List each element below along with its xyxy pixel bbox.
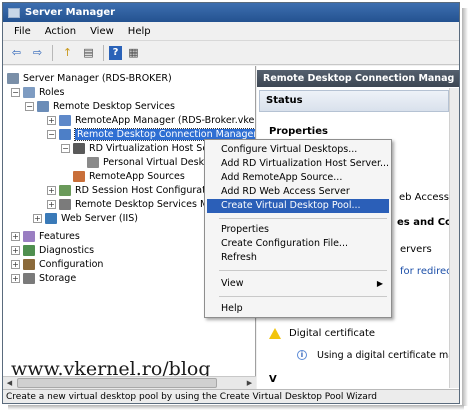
warning-icon — [269, 328, 281, 339]
window-shadow-bottom — [8, 405, 464, 410]
menu-item-add-rd-virtualization-host[interactable]: Add RD Virtualization Host Server... — [207, 157, 389, 171]
tree-item-remote-desktop-services[interactable]: − Remote Desktop Services — [25, 100, 175, 113]
expand-icon[interactable]: + — [47, 200, 56, 209]
show-hide-tree-icon[interactable]: ▤ — [79, 44, 98, 61]
menu-item-add-remoteapp-source[interactable]: Add RemoteApp Source... — [207, 171, 389, 185]
menu-item-create-virtual-desktop-pool[interactable]: Create Virtual Desktop Pool... — [207, 199, 389, 213]
connection-manager-icon — [59, 129, 71, 140]
help-icon[interactable]: ? — [109, 45, 122, 60]
forward-arrow-icon[interactable]: ⇨ — [28, 44, 47, 61]
toolbar: ⇦ ⇨ ↑ ▤ ? ▦ — [3, 41, 459, 65]
scrollbar-thumb[interactable] — [17, 378, 217, 388]
menu-view[interactable]: View — [83, 26, 121, 37]
personal-desktop-icon — [87, 157, 99, 168]
menu-separator — [219, 296, 387, 297]
server-icon — [7, 73, 19, 84]
menu-item-help[interactable]: Help — [207, 302, 389, 316]
menu-item-create-configuration-file[interactable]: Create Configuration File... — [207, 237, 389, 251]
redirect-link[interactable]: for redirect — [400, 266, 456, 277]
status-bar: Create a new virtual desktop pool by usi… — [3, 389, 459, 403]
remote-desktop-services-icon — [37, 101, 49, 112]
digital-certificate-label: Digital certificate — [289, 328, 376, 339]
back-arrow-icon[interactable]: ⇦ — [7, 44, 26, 61]
tree-item-rds-manager[interactable]: + Remote Desktop Services Ma — [47, 198, 214, 211]
menu-file[interactable]: File — [7, 26, 38, 37]
server-manager-icon — [8, 7, 20, 18]
collapse-icon[interactable]: − — [25, 102, 34, 111]
menu-separator — [219, 218, 387, 219]
web-access-text: eb Access — [399, 192, 449, 203]
collapse-icon[interactable]: − — [47, 130, 56, 139]
properties-icon[interactable]: ▦ — [124, 44, 143, 61]
collapse-icon[interactable]: − — [61, 144, 70, 153]
expand-icon[interactable]: + — [11, 232, 20, 241]
menu-item-add-rd-web-access[interactable]: Add RD Web Access Server — [207, 185, 389, 199]
title-bar[interactable]: Server Manager — [3, 3, 459, 22]
rds-manager-icon — [59, 199, 71, 210]
tree-item-server-manager[interactable]: Server Manager (RDS-BROKER) — [7, 72, 172, 85]
context-menu: Configure Virtual Desktops... Add RD Vir… — [204, 139, 392, 318]
digital-certificate-info: Using a digital certificate ma — [317, 350, 455, 361]
status-section-header[interactable]: Status — [259, 90, 449, 112]
collapse-icon[interactable]: − — [11, 88, 20, 97]
tree-item-rd-virtualization-host[interactable]: − RD Virtualization Host Ser — [61, 142, 212, 155]
remoteapp-sources-icon — [73, 171, 85, 182]
up-folder-icon[interactable]: ↑ — [58, 44, 77, 61]
tree-item-web-server-iis[interactable]: + Web Server (IIS) — [33, 212, 138, 225]
tree-item-diagnostics[interactable]: + Diagnostics — [11, 244, 94, 257]
window-title: Server Manager — [25, 7, 116, 18]
menu-help[interactable]: Help — [121, 26, 158, 37]
info-icon: i — [297, 350, 307, 360]
details-pane-header: Remote Desktop Connection Manag — [257, 70, 459, 87]
tree-item-remoteapp-sources[interactable]: RemoteApp Sources — [73, 170, 185, 183]
features-icon — [23, 231, 35, 242]
servers-text: ervers — [400, 244, 432, 255]
menu-item-configure-virtual-desktops[interactable]: Configure Virtual Desktops... — [207, 143, 389, 157]
properties-heading: Properties — [269, 126, 328, 137]
menu-bar: File Action View Help — [3, 22, 459, 41]
tree-horizontal-scrollbar[interactable]: ◀ ▶ — [3, 376, 256, 389]
blog-watermark: www.vkernel.ro/blog — [11, 358, 211, 376]
virtualization-host-icon — [73, 143, 85, 154]
toolbar-separator — [103, 44, 104, 61]
remoteapp-manager-icon — [59, 115, 71, 126]
menu-action[interactable]: Action — [38, 26, 83, 37]
window-shadow-right — [462, 8, 468, 406]
diagnostics-icon — [23, 245, 35, 256]
scroll-left-icon[interactable]: ◀ — [3, 377, 16, 389]
roles-icon — [23, 87, 35, 98]
web-server-icon — [45, 213, 57, 224]
tree-item-remoteapp-manager[interactable]: + RemoteApp Manager (RDS-Broker.vkern — [47, 114, 255, 127]
tree-item-roles[interactable]: − Roles — [11, 86, 64, 99]
storage-icon — [23, 273, 35, 284]
expand-icon[interactable]: + — [11, 246, 20, 255]
tree-item-storage[interactable]: + Storage — [11, 272, 76, 285]
tree-item-personal-virtual-desktops[interactable]: Personal Virtual Deskt — [87, 156, 208, 169]
expand-icon[interactable]: + — [11, 260, 20, 269]
expand-icon[interactable]: + — [47, 116, 56, 125]
tree-item-configuration[interactable]: + Configuration — [11, 258, 103, 271]
menu-item-properties[interactable]: Properties — [207, 223, 389, 237]
toolbar-separator — [52, 44, 53, 61]
expand-icon[interactable]: + — [47, 186, 56, 195]
configuration-icon — [23, 259, 35, 270]
expand-icon[interactable]: + — [33, 214, 42, 223]
menu-item-view[interactable]: View ▶ — [207, 277, 389, 291]
tree-item-rd-session-host-configuration[interactable]: + RD Session Host Configuratio — [47, 184, 214, 197]
scroll-right-icon[interactable]: ▶ — [243, 377, 256, 389]
details-vertical-scrollbar[interactable] — [449, 88, 459, 388]
tree-item-features[interactable]: + Features — [11, 230, 80, 243]
menu-item-view-label: View — [221, 278, 244, 289]
menu-item-refresh[interactable]: Refresh — [207, 251, 389, 265]
expand-icon[interactable]: + — [11, 274, 20, 283]
submenu-arrow-icon: ▶ — [376, 279, 383, 288]
menu-separator — [219, 270, 387, 271]
session-host-icon — [59, 185, 71, 196]
cut-off-row: V — [269, 374, 277, 385]
